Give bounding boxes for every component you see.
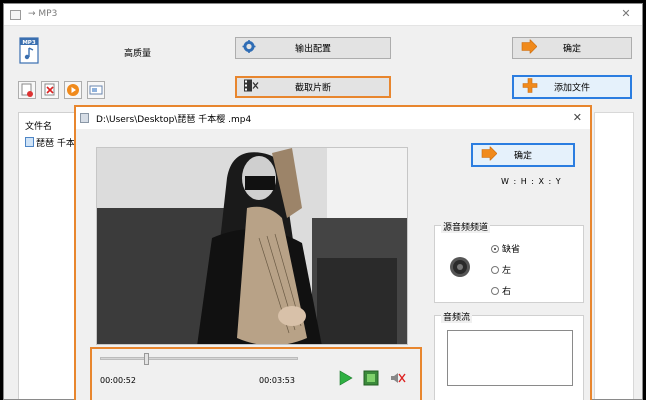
file-list-background: [594, 112, 634, 399]
dialog-title: D:\Users\Desktop\琵琶 千本樱 .mp4: [96, 115, 252, 125]
speaker-icon: [449, 256, 471, 281]
close-icon[interactable]: ✕: [620, 8, 632, 20]
channel-default-radio[interactable]: 缺省: [491, 242, 520, 255]
audio-stream-group: 音频流: [434, 310, 584, 400]
output-config-button[interactable]: 输出配置: [235, 37, 391, 59]
seek-slider[interactable]: [100, 353, 298, 365]
channel-default-label: 缺省: [502, 245, 521, 255]
title-bar: → MP3 ✕: [4, 4, 642, 26]
file-list-panel: 文件名 琵琶 千本: [18, 112, 80, 399]
source-channel-group: 源音频频道 缺省 左 右: [434, 220, 584, 303]
player-controls: 00:00:52 00:03:53: [90, 347, 422, 400]
total-time: 00:03:53: [259, 376, 295, 385]
channel-right-radio[interactable]: 右: [491, 284, 511, 297]
radio-checked-icon: [491, 245, 499, 253]
dialog-app-icon: [80, 113, 89, 123]
confirm-button[interactable]: 确定: [512, 37, 632, 59]
confirm-label: 确定: [562, 44, 581, 55]
seek-slider-thumb[interactable]: [144, 353, 149, 365]
radio-unchecked-icon: [491, 266, 499, 274]
file-list-item[interactable]: 琵琶 千本: [25, 136, 75, 149]
stop-icon[interactable]: [362, 369, 380, 387]
output-config-label: 输出配置: [294, 44, 331, 55]
app-icon: [10, 10, 21, 20]
quality-label: 高质量: [124, 49, 152, 59]
mp3-file-icon: MP3: [18, 37, 42, 65]
wh-xy-label: W : H : X : Y: [501, 177, 562, 186]
delete-icon: [44, 83, 55, 96]
play-file-button[interactable]: [64, 81, 82, 99]
file-list-item-name: 琵琶 千本: [36, 139, 75, 149]
audio-stream-list[interactable]: [447, 330, 573, 386]
current-time: 00:00:52: [100, 376, 136, 385]
delete-file-button[interactable]: [41, 81, 59, 99]
add-file-button[interactable]: 添加文件: [512, 75, 632, 99]
dialog-confirm-label: 确定: [513, 151, 532, 162]
window-title: → MP3: [28, 9, 58, 19]
clip-segment-label: 截取片断: [294, 83, 331, 94]
clip-segment-button[interactable]: 截取片断: [235, 76, 391, 98]
dialog-confirm-button[interactable]: 确定: [471, 143, 575, 167]
channel-right-label: 右: [502, 287, 512, 297]
clip-dialog: D:\Users\Desktop\琵琶 千本樱 .mp4 ✕ 确定 W : H …: [74, 105, 592, 400]
dialog-title-bar: D:\Users\Desktop\琵琶 千本樱 .mp4 ✕: [76, 107, 590, 129]
play-circle-icon: [67, 84, 79, 96]
radio-unchecked-icon: [491, 287, 499, 295]
video-frame-image: [97, 148, 407, 344]
add-file-label: 添加文件: [553, 83, 590, 94]
video-file-icon: [25, 137, 34, 147]
dialog-close-icon[interactable]: ✕: [573, 111, 582, 124]
audio-stream-title: 音频流: [441, 310, 473, 323]
file-name-column-header[interactable]: 文件名: [25, 119, 52, 132]
mp3-icon-text: MP3: [22, 40, 36, 46]
source-channel-title: 源音频频道: [441, 220, 491, 233]
media-info-button[interactable]: [87, 81, 105, 99]
channel-left-label: 左: [502, 266, 512, 276]
channel-left-radio[interactable]: 左: [491, 263, 511, 276]
media-info-icon: [89, 85, 103, 95]
play-icon[interactable]: [336, 369, 354, 387]
new-file-icon: [21, 83, 33, 97]
video-preview[interactable]: [96, 147, 408, 345]
new-file-button[interactable]: [18, 81, 36, 99]
mute-icon[interactable]: [388, 369, 406, 387]
